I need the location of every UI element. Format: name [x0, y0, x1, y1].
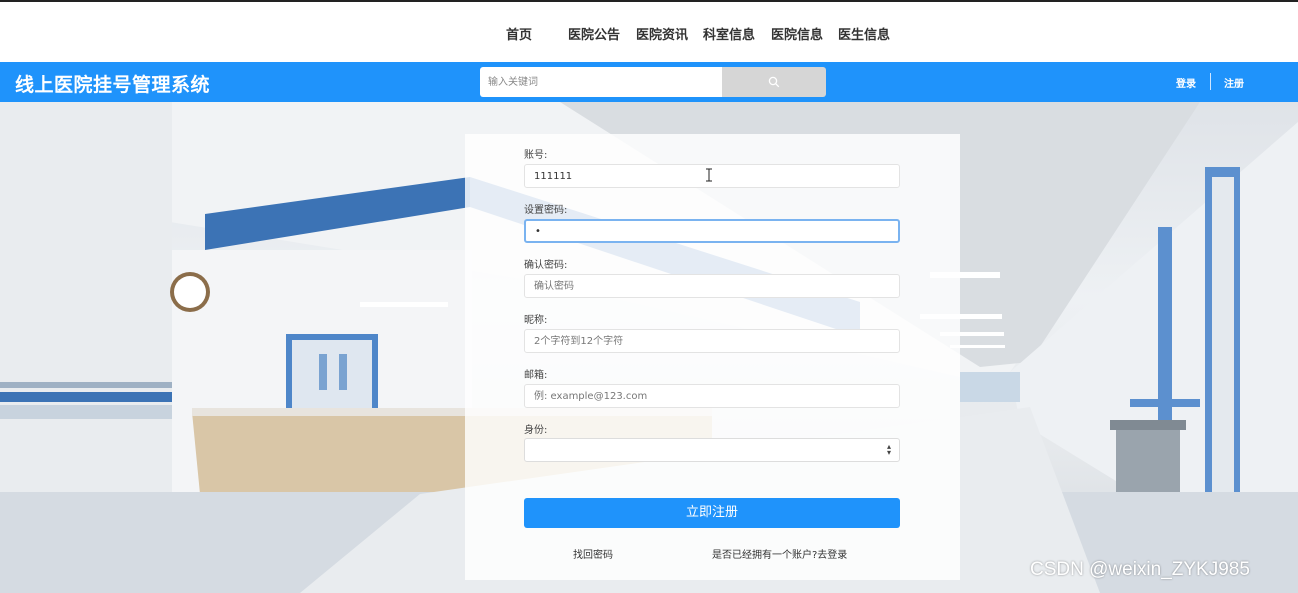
nav-item-news[interactable]: 医院资讯 — [636, 24, 688, 43]
site-title: 线上医院挂号管理系统 — [15, 74, 211, 96]
password-label: 设置密码: — [524, 205, 568, 216]
watermark: CSDN @weixin_ZYKJ985 — [1030, 559, 1250, 580]
search-input[interactable] — [480, 67, 722, 97]
nav-item-departments[interactable]: 科室信息 — [703, 24, 755, 43]
identity-label: 身份: — [524, 425, 548, 436]
go-login-link[interactable]: 是否已经拥有一个账户?去登录 — [712, 546, 847, 561]
email-label: 邮箱: — [524, 370, 548, 381]
email-input[interactable] — [524, 384, 900, 408]
nav-item-announcements[interactable]: 医院公告 — [568, 24, 620, 43]
nav-item-doctors[interactable]: 医生信息 — [838, 24, 890, 43]
search-icon — [768, 76, 780, 88]
password-input[interactable] — [524, 219, 900, 243]
nav-item-home[interactable]: 首页 — [506, 24, 532, 43]
identity-select[interactable]: ▴ ▾ — [524, 438, 900, 462]
nickname-label: 昵称: — [524, 315, 548, 326]
nav-item-hospital-info[interactable]: 医院信息 — [771, 24, 823, 43]
forgot-password-link[interactable]: 找回密码 — [573, 546, 613, 561]
header-divider — [1210, 73, 1211, 90]
account-label: 账号: — [524, 150, 548, 161]
register-link[interactable]: 注册 — [1224, 75, 1244, 90]
select-arrows-icon: ▴ ▾ — [886, 442, 891, 457]
nickname-input[interactable] — [524, 329, 900, 353]
confirm-password-input[interactable] — [524, 274, 900, 298]
confirm-password-label: 确认密码: — [524, 260, 568, 271]
register-submit-button[interactable]: 立即注册 — [524, 498, 900, 528]
login-link[interactable]: 登录 — [1176, 75, 1196, 90]
search-button[interactable] — [722, 67, 826, 97]
text-cursor-icon — [706, 168, 712, 182]
top-navigation: 首页 医院公告 医院资讯 科室信息 医院信息 医生信息 — [0, 0, 1298, 62]
header-bar: 线上医院挂号管理系统 登录 注册 — [0, 62, 1298, 102]
